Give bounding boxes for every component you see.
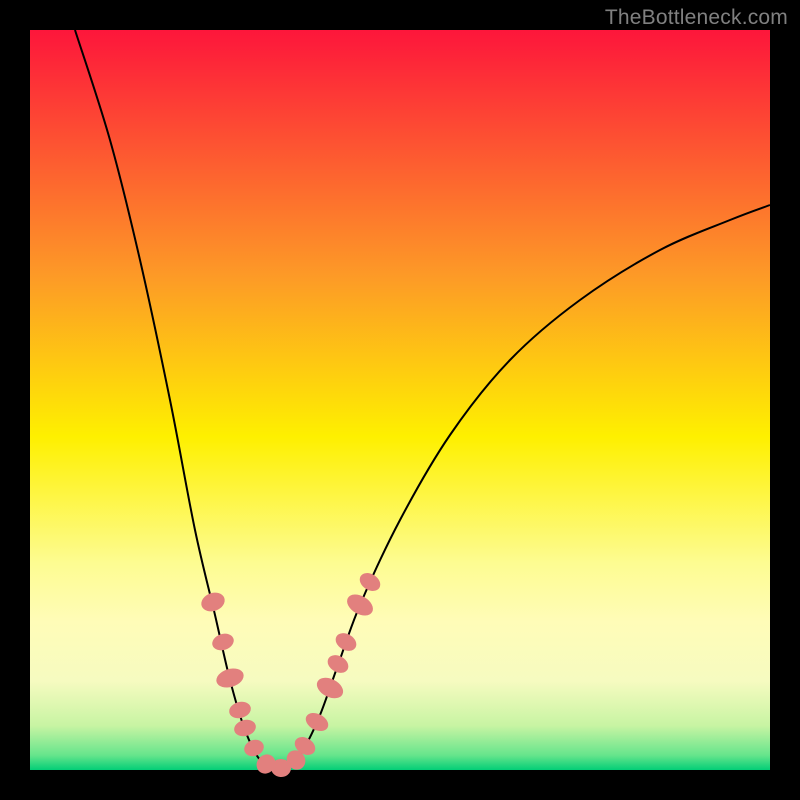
- curve-bead: [303, 709, 332, 734]
- bottleneck-curve: [75, 30, 770, 771]
- curve-bead: [232, 717, 257, 738]
- curve-bead: [210, 631, 236, 653]
- curve-bead: [313, 674, 346, 703]
- curve-layer: [30, 30, 770, 770]
- curve-bead: [356, 569, 383, 594]
- curve-bead: [227, 699, 252, 720]
- curve-beads: [199, 569, 384, 777]
- curve-bead: [324, 652, 351, 677]
- chart-frame: TheBottleneck.com: [0, 0, 800, 800]
- curve-bead: [343, 590, 376, 620]
- watermark-text: TheBottleneck.com: [605, 6, 788, 30]
- curve-bead: [214, 665, 246, 690]
- curve-bead: [199, 589, 228, 614]
- curve-bead: [332, 630, 359, 655]
